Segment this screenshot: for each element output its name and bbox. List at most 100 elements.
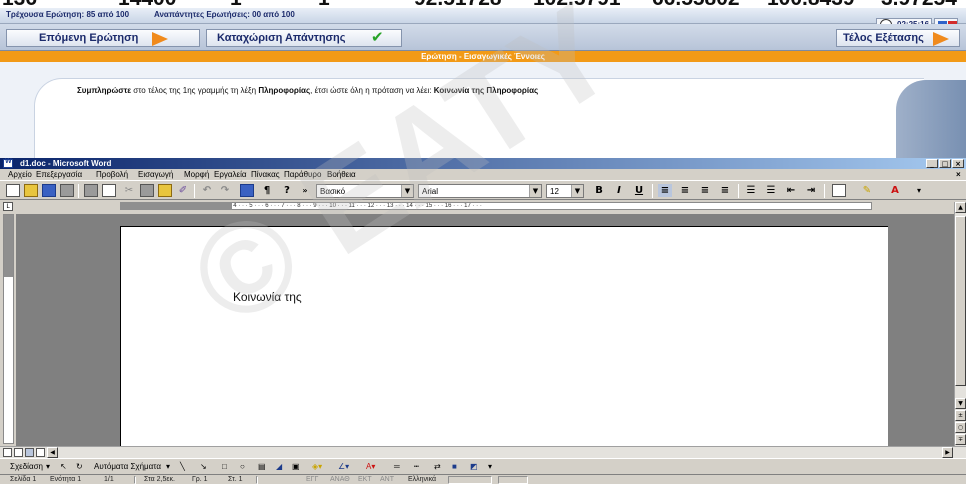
align-left-icon[interactable]: ≡ [658, 184, 672, 197]
horizontal-scrollbar[interactable]: ◀ ▶ [0, 446, 966, 458]
document-text[interactable]: Κοινωνία της [233, 290, 302, 304]
font-color-icon[interactable]: A▾ [366, 461, 375, 473]
line-color-icon[interactable]: ∠▾ [338, 461, 349, 473]
next-question-button[interactable]: Επόμενη Ερώτηση [6, 29, 200, 47]
paste-icon[interactable] [158, 184, 172, 197]
status-ext[interactable]: ΕΚΤ [358, 475, 372, 484]
next-page-icon[interactable]: ∓ [955, 434, 966, 445]
align-right-icon[interactable]: ≡ [698, 184, 712, 197]
draw-menu[interactable]: Σχεδίαση [10, 461, 43, 473]
scroll-thumb[interactable] [955, 216, 966, 386]
justify-icon[interactable]: ≡ [718, 184, 732, 197]
arrow-style-icon[interactable]: ⇄ [434, 461, 441, 473]
web-view-icon[interactable] [14, 448, 23, 457]
oval-icon[interactable]: ○ [240, 461, 245, 473]
copy-icon[interactable] [140, 184, 154, 197]
scroll-right-icon[interactable]: ▶ [942, 447, 953, 458]
fill-color-icon[interactable]: ◈▾ [312, 461, 322, 473]
maximize-icon[interactable]: □ [939, 159, 951, 168]
rotate-icon[interactable]: ↻ [76, 461, 83, 473]
line-icon[interactable]: ╲ [180, 461, 185, 473]
bullets-icon[interactable]: ☰ [764, 184, 778, 197]
font-color-icon[interactable]: A [888, 184, 902, 197]
menu-help[interactable]: Βοήθεια [327, 169, 356, 180]
highlight-icon[interactable]: ✎ [860, 184, 874, 197]
cut-icon[interactable]: ✂ [122, 184, 136, 197]
menu-edit[interactable]: Επεξεργασία [36, 169, 82, 180]
menu-insert[interactable]: Εισαγωγή [138, 169, 173, 180]
line-style-icon[interactable]: ═ [394, 461, 400, 473]
underline-icon[interactable]: U [632, 184, 646, 197]
status-trk[interactable]: ΑΝΑΘ [330, 475, 350, 484]
menu-tools[interactable]: Εργαλεία [214, 169, 246, 180]
chevron-down-icon[interactable]: ▾ [46, 461, 50, 473]
chevron-down-icon[interactable]: ▾ [912, 184, 926, 197]
vertical-scrollbar[interactable]: ▲ ▼ ± ○ ∓ [954, 202, 966, 446]
save-icon[interactable] [42, 184, 56, 197]
permission-icon[interactable] [60, 184, 74, 197]
word-window: d1.doc - Microsoft Word _ □ × Αρχείο Επε… [0, 158, 966, 484]
close-icon[interactable]: × [952, 159, 964, 168]
font-size-select[interactable]: 12 ▼ [546, 184, 584, 198]
style-select[interactable]: Βασικό ▼ [316, 184, 414, 198]
align-center-icon[interactable]: ≡ [678, 184, 692, 197]
help-icon[interactable]: ? [280, 184, 294, 197]
close-document-icon[interactable]: × [956, 169, 961, 180]
menu-window[interactable]: Παράθυρο [284, 169, 321, 180]
end-exam-label: Τέλος Εξέτασης [843, 32, 924, 44]
end-exam-button[interactable]: Τέλος Εξέτασης [836, 29, 960, 47]
3d-icon[interactable]: ◩ [470, 461, 478, 473]
dash-style-icon[interactable]: ┅ [414, 461, 419, 473]
text-box-icon[interactable]: ▤ [258, 461, 266, 473]
wordart-icon[interactable]: ◢ [276, 461, 282, 473]
normal-view-icon[interactable] [3, 448, 12, 457]
new-document-icon[interactable] [6, 184, 20, 197]
print-icon[interactable] [84, 184, 98, 197]
redo-icon[interactable]: ↷ [218, 184, 232, 197]
arrow-icon[interactable]: ↘ [200, 461, 207, 473]
scroll-left-icon[interactable]: ◀ [47, 447, 58, 458]
word-title: d1.doc - Microsoft Word [20, 159, 112, 168]
bold-icon[interactable]: B [592, 184, 606, 197]
scroll-up-icon[interactable]: ▲ [955, 202, 966, 213]
chevron-down-icon[interactable]: ▾ [488, 461, 492, 473]
menu-format[interactable]: Μορφή [184, 169, 209, 180]
outline-view-icon[interactable] [36, 448, 45, 457]
print-layout-icon[interactable] [25, 448, 34, 457]
arrow-right-icon [152, 32, 168, 46]
select-objects-icon[interactable]: ↖ [60, 461, 67, 473]
submit-answer-button[interactable]: Καταχώριση Απάντησης ✔ [206, 29, 402, 47]
select-browse-object-icon[interactable]: ○ [955, 422, 966, 433]
rectangle-icon[interactable]: □ [222, 461, 227, 473]
previous-page-icon[interactable]: ± [955, 410, 966, 421]
status-rec[interactable]: ΕΓΓ [306, 475, 318, 484]
scroll-down-icon[interactable]: ▼ [955, 398, 966, 409]
menu-table[interactable]: Πίνακας [251, 169, 280, 180]
open-folder-icon[interactable] [24, 184, 38, 197]
clipart-icon[interactable]: ▣ [292, 461, 300, 473]
font-select[interactable]: Arial ▼ [418, 184, 542, 198]
shadow-icon[interactable]: ■ [452, 461, 457, 473]
document-area[interactable]: Κοινωνία της [16, 214, 954, 446]
increase-indent-icon[interactable]: ⇥ [804, 184, 818, 197]
more-buttons-icon[interactable]: » [298, 184, 312, 197]
section-title: Ερώτηση - Εισαγωγικές Έννοιες [0, 51, 966, 62]
print-preview-icon[interactable] [102, 184, 116, 197]
format-painter-icon[interactable]: ✐ [176, 184, 190, 197]
tab-selector-icon[interactable]: L [3, 202, 13, 211]
document-page[interactable]: Κοινωνία της [120, 226, 888, 446]
hyperlink-icon[interactable] [240, 184, 254, 197]
italic-icon[interactable]: I [612, 184, 626, 197]
show-formatting-icon[interactable]: ¶ [260, 184, 274, 197]
undo-icon[interactable]: ↶ [200, 184, 214, 197]
border-icon[interactable] [832, 184, 846, 197]
decrease-indent-icon[interactable]: ⇤ [784, 184, 798, 197]
numbering-icon[interactable]: ☰ [744, 184, 758, 197]
autoshapes-menu[interactable]: Αυτόματα Σχήματα [94, 461, 161, 473]
drawing-toolbar: Σχεδίαση ▾ ↖ ↻ Αυτόματα Σχήματα ▾ ╲ ↘ □ … [0, 458, 966, 474]
minimize-icon[interactable]: _ [926, 159, 938, 168]
chevron-down-icon[interactable]: ▾ [166, 461, 170, 473]
menu-file[interactable]: Αρχείο [8, 169, 32, 180]
menu-view[interactable]: Προβολή [96, 169, 128, 180]
status-ovr[interactable]: ΑΝΤ [380, 475, 394, 484]
